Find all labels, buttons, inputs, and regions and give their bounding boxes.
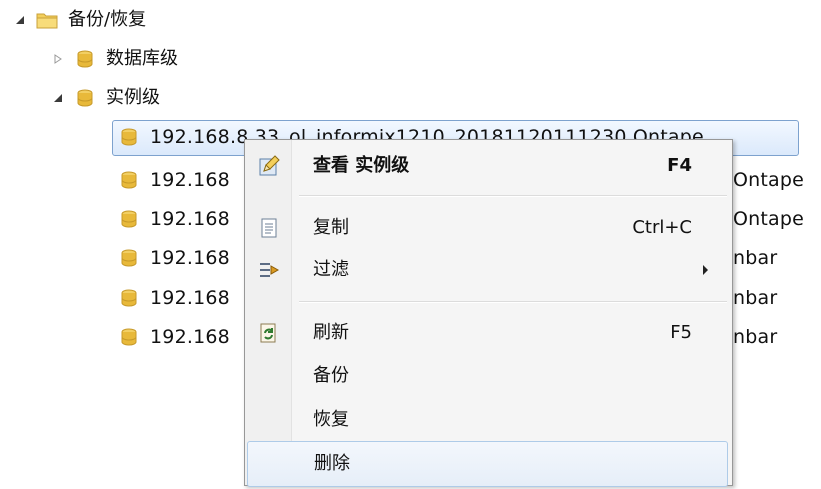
tree-root-label: 备份/恢复 bbox=[68, 9, 147, 30]
tree-instance-suffix: nbar bbox=[733, 287, 778, 309]
collapse-toggle-icon[interactable] bbox=[50, 44, 66, 74]
database-icon bbox=[74, 48, 96, 70]
tree-root-row[interactable]: 备份/恢复 bbox=[12, 5, 146, 35]
filter-icon bbox=[257, 258, 281, 282]
menu-item-restore[interactable]: 恢复 bbox=[247, 398, 728, 442]
tree-instance-row[interactable]: 192.168 bbox=[118, 165, 230, 195]
menu-item-view-instance[interactable]: 查看 实例级 F4 bbox=[247, 144, 728, 188]
database-icon bbox=[118, 326, 140, 348]
submenu-arrow-icon bbox=[703, 265, 708, 275]
tree-instance-label: 192.168 bbox=[150, 326, 230, 348]
menu-item-label: 删除 bbox=[314, 453, 350, 474]
tree-instance-suffix: Ontape bbox=[733, 169, 805, 191]
menu-item-shortcut: F5 bbox=[670, 322, 692, 343]
tree-instance-label: 192.168 bbox=[150, 247, 230, 269]
database-icon bbox=[74, 87, 96, 109]
database-icon bbox=[118, 247, 140, 269]
menu-item-refresh[interactable]: 刷新 F5 bbox=[247, 311, 728, 355]
menu-item-backup[interactable]: 备份 bbox=[247, 354, 728, 398]
menu-item-label: 备份 bbox=[313, 365, 349, 386]
edit-icon bbox=[257, 154, 281, 178]
expand-toggle-icon[interactable] bbox=[50, 83, 66, 113]
menu-item-label: 复制 bbox=[313, 217, 349, 238]
tree-instance-suffix: Ontape bbox=[733, 208, 805, 230]
database-icon bbox=[118, 126, 140, 148]
menu-item-label: 刷新 bbox=[313, 322, 349, 343]
context-menu: 查看 实例级 F4 复制 Ctrl+C 过滤 刷新 F5 备份 恢复 删除 bbox=[244, 139, 733, 487]
expand-toggle-icon[interactable] bbox=[12, 5, 28, 35]
copy-icon bbox=[257, 216, 281, 240]
database-icon bbox=[118, 169, 140, 191]
tree-instance-label: 192.168 bbox=[150, 208, 230, 230]
tree-instance-label: 192.168 bbox=[150, 287, 230, 309]
tree-instance-row[interactable]: 192.168 bbox=[118, 243, 230, 273]
menu-item-label: 过滤 bbox=[313, 259, 349, 280]
tree-instance-label: 192.168 bbox=[150, 169, 230, 191]
tree-instance-suffix: nbar bbox=[733, 247, 778, 269]
database-icon bbox=[118, 287, 140, 309]
tree-item-database-level[interactable]: 数据库级 bbox=[50, 44, 178, 74]
database-icon bbox=[118, 208, 140, 230]
tree-item-label: 数据库级 bbox=[106, 48, 178, 69]
tree-instance-row[interactable]: 192.168 bbox=[118, 283, 230, 313]
menu-separator bbox=[299, 301, 727, 303]
menu-separator bbox=[299, 195, 727, 197]
tree-instance-row[interactable]: 192.168 bbox=[118, 322, 230, 352]
menu-item-shortcut: Ctrl+C bbox=[632, 217, 692, 238]
menu-item-delete[interactable]: 删除 bbox=[247, 441, 728, 487]
refresh-icon bbox=[257, 321, 281, 345]
tree-item-label: 实例级 bbox=[106, 87, 160, 108]
menu-item-label: 恢复 bbox=[313, 409, 349, 430]
tree-item-instance-level[interactable]: 实例级 bbox=[50, 83, 160, 113]
tree-instance-suffix: nbar bbox=[733, 326, 778, 348]
menu-item-shortcut: F4 bbox=[667, 155, 692, 176]
tree-instance-row[interactable]: 192.168 bbox=[118, 204, 230, 234]
menu-item-filter[interactable]: 过滤 bbox=[247, 248, 728, 292]
menu-item-copy[interactable]: 复制 Ctrl+C bbox=[247, 206, 728, 250]
folder-icon bbox=[36, 9, 58, 31]
menu-item-label: 查看 实例级 bbox=[313, 155, 410, 176]
